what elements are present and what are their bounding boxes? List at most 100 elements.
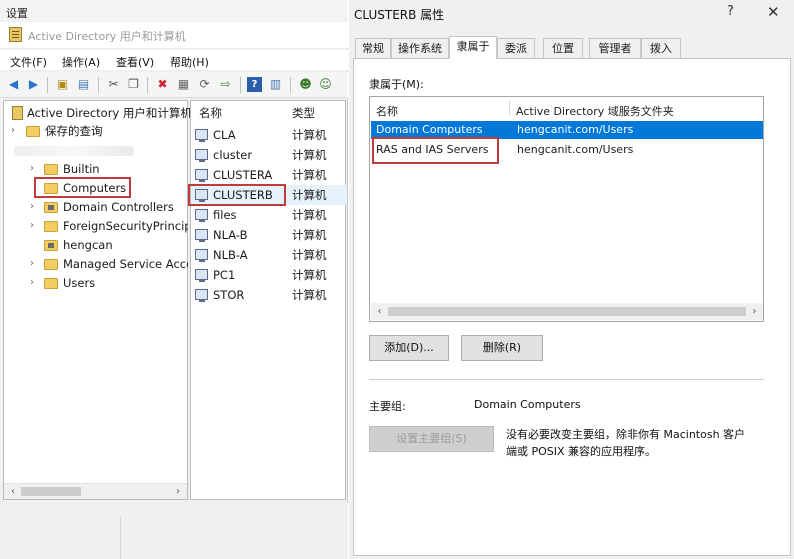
menu-help[interactable]: 帮助(H) — [170, 54, 209, 70]
tree-item-foreign-security-principals[interactable]: › ForeignSecurityPrincipals — [8, 217, 188, 235]
tree-item-label: Domain Controllers — [63, 200, 174, 214]
chevron-right-icon[interactable]: › — [11, 122, 15, 140]
toolbar-separator — [47, 77, 48, 93]
up-folder-icon[interactable]: ▣ — [55, 77, 70, 92]
tab-operating-system[interactable]: 操作系统 — [391, 38, 449, 58]
primary-group-note-line1: 没有必要改变主要组，除非你有 Macintosh 客户 — [506, 428, 746, 441]
list-item[interactable]: cluster 计算机 — [191, 145, 347, 165]
tree-horizontal-scrollbar[interactable]: ‹ › — [4, 483, 187, 499]
ou-folder-icon — [44, 240, 58, 251]
scroll-right-icon[interactable]: › — [747, 304, 762, 319]
show-pane-icon[interactable]: ▥ — [268, 77, 283, 92]
scroll-thumb[interactable] — [21, 487, 81, 496]
list-item-type: 计算机 — [292, 148, 327, 162]
tree-item-domain-controllers[interactable]: › Domain Controllers — [8, 198, 188, 216]
member-list-horizontal-scrollbar[interactable]: ‹ › — [371, 303, 763, 320]
column-header-folder[interactable]: Active Directory 域服务文件夹 — [516, 103, 674, 119]
remove-button[interactable]: 删除(R) — [461, 335, 543, 361]
tree-item-label: 保存的查询 — [45, 124, 103, 138]
export-list-icon[interactable]: ⇨ — [218, 77, 233, 92]
list-item[interactable]: NLB-A 计算机 — [191, 245, 347, 265]
details-list-pane[interactable]: 名称 类型 CLA 计算机 cluster 计算机 CLUSTERA 计算机 C… — [188, 100, 347, 500]
help-icon[interactable]: ? — [727, 4, 734, 19]
computer-icon — [195, 129, 208, 142]
console-tree-pane[interactable]: Active Directory 用户和计算机 › 保存的查询 › Builti… — [3, 100, 192, 500]
list-item[interactable]: CLA 计算机 — [191, 125, 347, 145]
primary-group-value: Domain Computers — [474, 398, 581, 411]
list-item[interactable]: STOR 计算机 — [191, 285, 347, 305]
properties-icon[interactable]: ▦ — [176, 77, 191, 92]
tree-item-builtin[interactable]: › Builtin — [8, 160, 188, 178]
scroll-left-icon[interactable]: ‹ — [6, 485, 20, 499]
list-item-name: CLA — [213, 128, 236, 142]
menu-action[interactable]: 操作(A) — [62, 54, 100, 70]
list-item[interactable]: NLA-B 计算机 — [191, 225, 347, 245]
list-item-name: files — [213, 208, 237, 222]
tree-root[interactable]: Active Directory 用户和计算机 — [8, 104, 192, 122]
tree-item-users[interactable]: › Users — [8, 274, 188, 292]
close-icon[interactable]: ✕ — [767, 3, 780, 21]
folder-icon — [44, 221, 58, 232]
aduc-root-icon — [12, 106, 23, 120]
list-item[interactable]: CLUSTERA 计算机 — [191, 165, 347, 185]
tree-item-hengcan[interactable]: hengcan — [8, 236, 188, 254]
list-item-name: CLUSTERA — [213, 168, 273, 182]
set-primary-group-button[interactable]: 设置主要组(S) — [369, 426, 494, 452]
list-item-type: 计算机 — [292, 188, 327, 202]
chevron-right-icon[interactable]: › — [30, 160, 34, 178]
chevron-right-icon[interactable]: › — [30, 217, 34, 235]
list-item-type: 计算机 — [292, 228, 327, 242]
copy-icon[interactable]: ❐ — [126, 77, 141, 92]
forward-arrow-icon[interactable]: ▶ — [26, 77, 41, 92]
aduc-app-icon — [9, 27, 22, 42]
users-icon[interactable]: ☻ — [298, 77, 313, 92]
toolbar-separator — [98, 77, 99, 93]
computers-highlight — [34, 177, 131, 198]
folder-icon — [44, 259, 58, 270]
tab-general[interactable]: 常规 — [355, 38, 391, 58]
computer-icon — [195, 269, 208, 282]
toolbar-separator — [240, 77, 241, 93]
scroll-thumb[interactable] — [388, 307, 746, 316]
tree-item-saved-queries[interactable]: › 保存的查询 — [8, 122, 188, 140]
chevron-right-icon[interactable]: › — [30, 255, 34, 273]
clusterb-highlight — [188, 184, 286, 206]
menu-view[interactable]: 查看(V) — [116, 54, 154, 70]
tab-location[interactable]: 位置 — [543, 38, 583, 58]
console-tree-icon[interactable]: ▤ — [76, 77, 91, 92]
list-item[interactable]: PC1 计算机 — [191, 265, 347, 285]
help-icon[interactable]: ? — [247, 77, 262, 92]
group-folder: hengcanit.com/Users — [517, 123, 634, 136]
column-header-name[interactable]: 名称 — [199, 105, 222, 121]
tree-item-managed-service-accounts[interactable]: › Managed Service Accounts — [8, 255, 188, 273]
properties-dialog: CLUSTERB 属性 ? ✕ 常规 操作系统 隶属于 委派 位置 管理者 拨入… — [349, 0, 794, 559]
aduc-toolbar: ◀ ▶ ▣ ▤ ✂ ❐ ✖ ▦ ⟳ ⇨ ? ▥ ☻ ☺ — [0, 72, 348, 98]
delete-icon[interactable]: ✖ — [155, 77, 170, 92]
add-button[interactable]: 添加(D)... — [369, 335, 449, 361]
tree-item-label: Builtin — [63, 162, 100, 176]
menu-file[interactable]: 文件(F) — [10, 54, 47, 70]
member-of-list[interactable]: 名称 Active Directory 域服务文件夹 Domain Comput… — [369, 96, 764, 322]
back-arrow-icon[interactable]: ◀ — [6, 77, 21, 92]
tab-member-of[interactable]: 隶属于 — [449, 36, 497, 59]
list-item[interactable]: files 计算机 — [191, 205, 347, 225]
folder-icon — [26, 126, 40, 137]
tab-delegation[interactable]: 委派 — [497, 38, 535, 58]
tab-managed-by[interactable]: 管理者 — [589, 38, 641, 58]
statusbar-divider — [120, 517, 121, 559]
column-header-name[interactable]: 名称 — [376, 103, 398, 119]
column-separator[interactable] — [509, 101, 510, 115]
cut-icon[interactable]: ✂ — [106, 77, 121, 92]
group-icon[interactable]: ☺ — [318, 77, 333, 92]
tab-dial-in[interactable]: 拨入 — [641, 38, 681, 58]
chevron-right-icon[interactable]: › — [30, 198, 34, 216]
refresh-icon[interactable]: ⟳ — [197, 77, 212, 92]
scroll-left-icon[interactable]: ‹ — [372, 304, 387, 319]
primary-group-label: 主要组: — [369, 400, 406, 413]
list-item-type: 计算机 — [292, 208, 327, 222]
toolbar-separator — [147, 77, 148, 93]
scroll-right-icon[interactable]: › — [171, 485, 185, 499]
column-header-type[interactable]: 类型 — [292, 105, 315, 121]
computer-icon — [195, 209, 208, 222]
chevron-right-icon[interactable]: › — [30, 274, 34, 292]
